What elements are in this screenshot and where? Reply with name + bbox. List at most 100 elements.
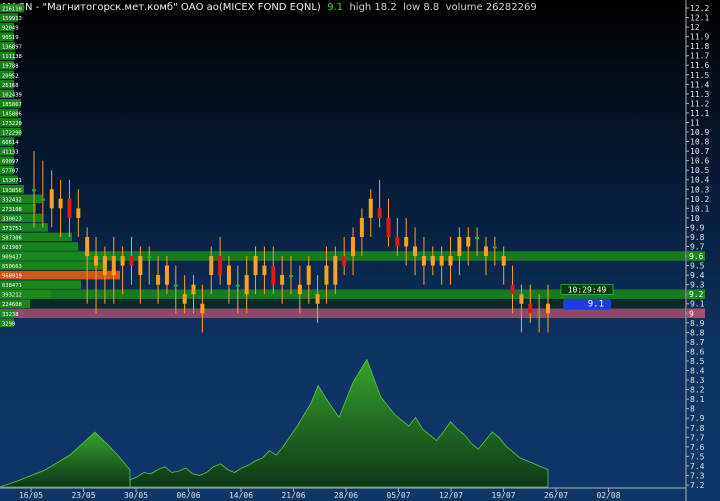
band-upper-label: 9.6 <box>689 252 704 261</box>
candle-body <box>501 256 506 266</box>
profile-label: 373751 <box>2 226 22 232</box>
price-tick-label: 7.7 <box>690 433 705 442</box>
profile-label: 26168 <box>2 83 19 89</box>
price-tick-label: 8.9 <box>690 319 705 328</box>
date-tick-label: 06/06 <box>176 491 200 500</box>
price-tick-label: 7.6 <box>690 443 705 452</box>
profile-label: 173220 <box>2 121 22 127</box>
candle-body <box>262 265 267 276</box>
candle-body <box>395 236 400 247</box>
profile-label: 960919 <box>2 274 22 280</box>
date-tick-label: 02/08 <box>596 491 620 500</box>
candle-body <box>386 217 391 237</box>
price-tick-label: 9.7 <box>690 243 705 252</box>
band-lower <box>0 308 686 319</box>
candle-body <box>226 265 231 285</box>
date-tick-label: 21/06 <box>281 491 305 500</box>
profile-label: 20952 <box>2 73 19 79</box>
cursor-price: 9.1 <box>588 300 604 310</box>
band-middle-label: 9.2 <box>689 290 704 299</box>
profile-label: 92049 <box>2 26 19 32</box>
candle-body <box>413 246 418 257</box>
profile-label: 102439 <box>2 92 22 98</box>
price-tick-label: 9.5 <box>690 262 705 271</box>
candle-body <box>173 284 178 287</box>
candle-body <box>244 275 249 295</box>
price-tick-label: 11.7 <box>690 52 709 61</box>
candle-body <box>253 256 258 276</box>
price-tick-label: 10.6 <box>690 157 709 166</box>
candle-body <box>404 236 409 247</box>
price-tick-label: 10.9 <box>690 128 709 137</box>
candle-body <box>448 256 453 266</box>
profile-label: 145806 <box>2 111 22 117</box>
candle-body <box>546 303 550 314</box>
candle-body <box>218 256 223 276</box>
candle-body <box>49 189 54 209</box>
candle-body <box>94 256 99 266</box>
candle-body <box>342 256 347 266</box>
price-tick-label: 11.8 <box>690 42 709 51</box>
candle-body <box>466 236 471 247</box>
profile-label: 41133 <box>2 150 19 156</box>
price-tick-label: 8.5 <box>690 357 705 366</box>
profile-label: 172290 <box>2 131 22 137</box>
profile-label: 3290 <box>2 321 15 327</box>
candle-body <box>76 208 81 218</box>
candle-body <box>439 256 444 266</box>
price-tick-label: 8 <box>690 405 695 414</box>
candle-body <box>430 256 435 266</box>
profile-label: 60614 <box>2 140 19 146</box>
profile-label: 273108 <box>2 207 22 213</box>
candle-body <box>528 303 533 314</box>
price-tick-label: 7.5 <box>690 452 705 461</box>
candle-body <box>421 256 426 266</box>
price-tick-label: 11 <box>690 118 700 127</box>
profile-label: 193856 <box>2 188 22 194</box>
candle-body <box>111 256 116 276</box>
profile-label: 393212 <box>2 293 22 299</box>
date-tick-label: 14/06 <box>229 491 253 500</box>
price-tick-label: 10.8 <box>690 138 709 147</box>
candle-body <box>368 198 373 218</box>
profile-label: 136897 <box>2 45 22 51</box>
price-tick-label: 9.1 <box>690 300 705 309</box>
profile-label: 19788 <box>2 64 19 70</box>
price-tick-label: 11.3 <box>690 90 709 99</box>
price-tick-label: 9.9 <box>690 223 705 232</box>
price-tick-label: 10.3 <box>690 185 709 194</box>
date-tick-label: 23/05 <box>71 491 95 500</box>
candle-body <box>315 294 320 304</box>
price-tick-label: 11.6 <box>690 61 709 70</box>
candle-body <box>519 294 524 304</box>
candle-body <box>58 198 63 209</box>
candle-body <box>306 265 311 285</box>
profile-label: 638471 <box>2 283 22 289</box>
price-chart[interactable]: 216110 159913 92049 90519 136897 111138 19788 2… <box>0 0 720 501</box>
candle-body <box>297 284 302 295</box>
candle-body <box>102 256 107 276</box>
candle-body <box>475 236 480 239</box>
profile-label: 621907 <box>2 245 22 251</box>
price-tick-label: 12 <box>690 23 700 32</box>
candle-body <box>492 246 497 249</box>
candle-body <box>200 303 205 314</box>
profile-label: 850663 <box>2 264 22 270</box>
date-tick-label: 30/05 <box>124 491 148 500</box>
profile-label: 153071 <box>2 178 22 184</box>
candle-body <box>67 198 72 218</box>
price-tick-label: 8.6 <box>690 347 705 356</box>
price-tick-label: 9.8 <box>690 233 705 242</box>
candle-body <box>377 208 382 218</box>
profile-label: 216110 <box>2 7 22 13</box>
candle-body <box>359 217 364 237</box>
profile-label: 185867 <box>2 102 22 108</box>
price-tick-label: 10.2 <box>690 195 709 204</box>
candle-body <box>164 265 169 285</box>
candle-body <box>510 284 515 295</box>
candle-body <box>182 294 187 304</box>
price-tick-label: 7.4 <box>690 462 705 471</box>
candle-body <box>32 189 36 192</box>
chart-window[interactable]: MAGN - "Магнитогорск.мет.комб" ОАО ао(MI… <box>0 0 720 501</box>
volume-area <box>129 358 549 488</box>
